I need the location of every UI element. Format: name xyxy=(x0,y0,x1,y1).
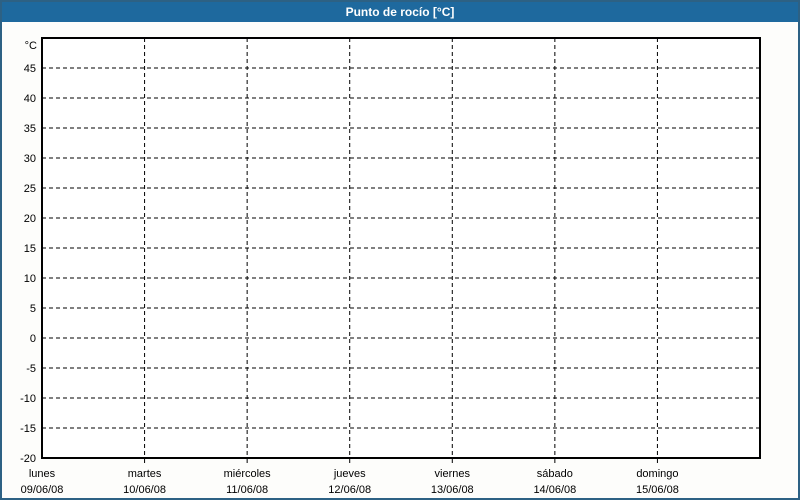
y-tick-label: 5 xyxy=(30,303,36,315)
x-axis-date-label: 13/06/08 xyxy=(431,484,474,496)
chart-title: Punto de rocío [°C] xyxy=(345,5,455,19)
y-tick-label: 40 xyxy=(24,93,36,105)
y-tick-label: 10 xyxy=(24,273,36,285)
chart-window: Punto de rocío [°C] °C 45 40 35 30 25 20 15 10 5 0… xyxy=(0,0,800,500)
x-axis-day-label: domingo xyxy=(636,468,678,480)
x-axis-date-label: 10/06/08 xyxy=(123,484,166,496)
y-tick-label: -15 xyxy=(20,423,36,435)
x-axis-day-label: martes xyxy=(128,468,162,480)
x-axis-day-label: miércoles xyxy=(224,468,272,480)
y-tick-label: 45 xyxy=(24,63,36,75)
x-axis-day-label: lunes xyxy=(29,468,56,480)
y-tick-label: -5 xyxy=(26,363,36,375)
y-tick-label: -20 xyxy=(20,453,36,465)
y-tick-label: 20 xyxy=(24,213,36,225)
dew-point-chart: °C 45 40 35 30 25 20 15 10 5 0 -5 -10 -15 -20 lunes 09/0… xyxy=(20,37,761,496)
x-axis-date-label: 12/06/08 xyxy=(328,484,371,496)
x-axis-date-label: 14/06/08 xyxy=(533,484,576,496)
y-tick-label: 35 xyxy=(24,123,36,135)
y-axis-unit-label: °C xyxy=(25,40,37,52)
title-bar: Punto de rocío [°C] xyxy=(2,2,798,22)
x-axis-date-label: 09/06/08 xyxy=(21,484,64,496)
x-axis-day-label: viernes xyxy=(435,468,471,480)
y-tick-label: 30 xyxy=(24,153,36,165)
x-axis-date-label: 15/06/08 xyxy=(636,484,679,496)
x-axis-day-label: sábado xyxy=(537,468,573,480)
y-tick-label: 15 xyxy=(24,243,36,255)
y-tick-label: 0 xyxy=(30,333,36,345)
chart-area: °C 45 40 35 30 25 20 15 10 5 0 -5 -10 -15 -20 lunes 09/0… xyxy=(2,22,798,498)
y-tick-label: 25 xyxy=(24,183,36,195)
x-axis-day-label: jueves xyxy=(333,468,366,480)
y-tick-label: -10 xyxy=(20,393,36,405)
x-axis-date-label: 11/06/08 xyxy=(226,484,268,496)
